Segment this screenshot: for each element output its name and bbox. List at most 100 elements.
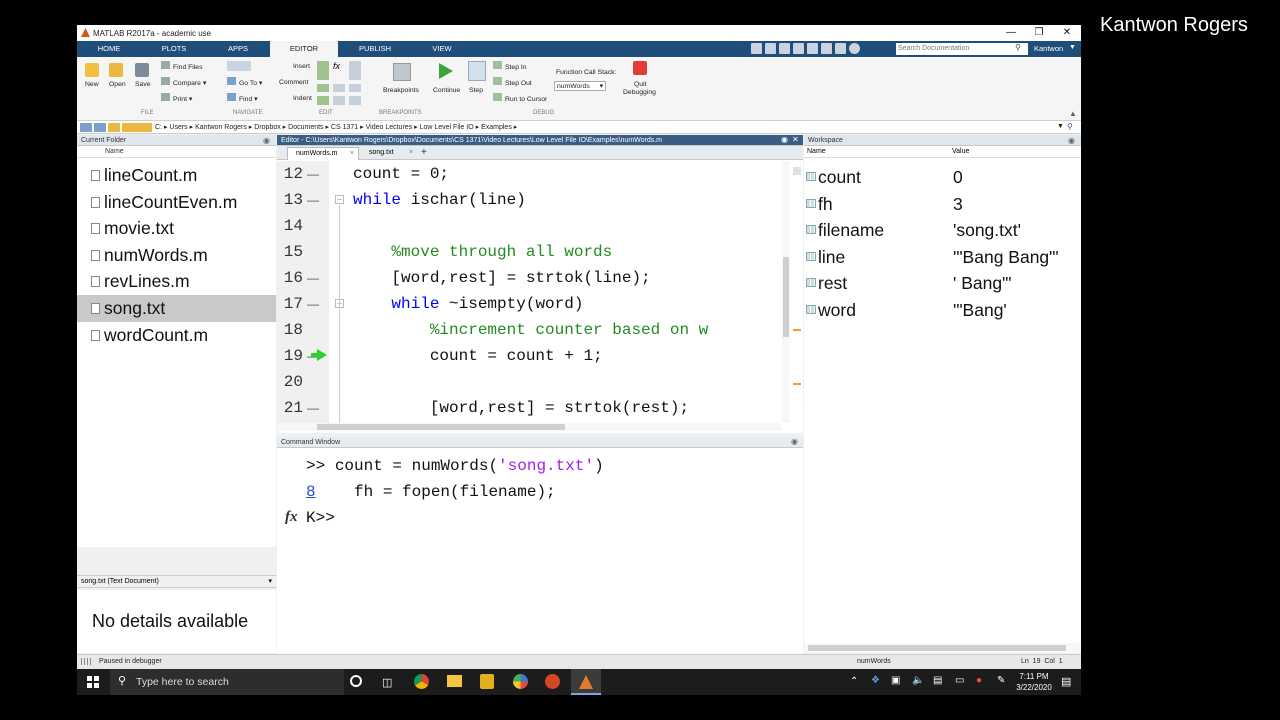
continue-icon[interactable] bbox=[439, 63, 453, 79]
chrome-icon[interactable] bbox=[414, 674, 429, 689]
breadcrumb-item[interactable]: Documents bbox=[288, 124, 323, 131]
step-button[interactable]: Step bbox=[469, 87, 483, 94]
editor-close-icon[interactable]: ✕ bbox=[792, 135, 799, 144]
collapse-toolstrip-icon[interactable]: ▲ bbox=[1069, 109, 1077, 118]
workspace-actions-icon[interactable]: ◉ bbox=[1068, 136, 1075, 145]
step-in-button[interactable]: Step In bbox=[493, 61, 527, 71]
cortana-icon[interactable] bbox=[350, 675, 362, 687]
print-button[interactable]: Print ▾ bbox=[161, 93, 192, 103]
breadcrumb-item[interactable]: CS 1371 bbox=[331, 124, 358, 131]
fx-icon[interactable]: fx bbox=[333, 61, 345, 80]
workspace-hscrollbar[interactable] bbox=[804, 643, 1081, 653]
user-menu[interactable]: Kantwon bbox=[1034, 44, 1063, 53]
notification-app-icon[interactable]: ● bbox=[976, 675, 982, 686]
line-number[interactable]: 12 bbox=[277, 165, 303, 183]
user-chevron-down-icon[interactable]: ▼ bbox=[1069, 44, 1076, 51]
decrease-indent-icon[interactable] bbox=[349, 96, 361, 105]
folder-navigation-icons[interactable] bbox=[80, 123, 152, 132]
sticky-notes-icon[interactable] bbox=[480, 674, 494, 689]
command-prompt[interactable]: K>> bbox=[306, 509, 335, 527]
panel-actions-icon[interactable]: ◉ bbox=[263, 136, 270, 145]
fx-icon[interactable]: fx bbox=[285, 509, 298, 526]
list-item[interactable]: lineCountEven.m bbox=[77, 189, 276, 216]
line-number-link[interactable]: 8 bbox=[306, 483, 316, 501]
editor-actions-icon[interactable]: ◉ bbox=[781, 135, 788, 144]
breakpoint-dash[interactable]: — bbox=[307, 401, 319, 415]
clock-time[interactable]: 7:11 PM bbox=[1015, 672, 1053, 681]
step-out-button[interactable]: Step Out bbox=[493, 77, 532, 87]
line-number[interactable]: 18 bbox=[277, 321, 303, 339]
line-number[interactable]: 19 bbox=[277, 347, 303, 365]
table-row[interactable]: fh 3 bbox=[804, 191, 1081, 218]
breadcrumb-item[interactable]: Video Lectures bbox=[366, 124, 413, 131]
cut-icon[interactable] bbox=[765, 43, 776, 54]
line-number[interactable]: 17 bbox=[277, 295, 303, 313]
breakpoint-dash[interactable]: — bbox=[307, 193, 319, 207]
code-line[interactable]: count = count + 1; bbox=[353, 347, 603, 365]
code-line[interactable]: while ischar(line) bbox=[353, 191, 526, 209]
list-item[interactable]: revLines.m bbox=[77, 268, 276, 295]
list-item[interactable]: numWords.m bbox=[77, 242, 276, 269]
open-button[interactable]: Open bbox=[109, 81, 126, 88]
help-icon[interactable] bbox=[849, 43, 860, 54]
code-line[interactable]: %move through all words bbox=[353, 243, 612, 261]
list-item[interactable]: lineCount.m bbox=[77, 162, 276, 189]
back-forward-icon[interactable] bbox=[227, 61, 251, 71]
dropbox-icon[interactable]: ❖ bbox=[871, 675, 880, 686]
command-window[interactable]: Command Window ◉ >> count = numWords('so… bbox=[277, 437, 803, 669]
horizontal-scrollbar[interactable] bbox=[277, 423, 782, 431]
task-view-icon[interactable]: ◫ bbox=[382, 676, 392, 689]
breakpoints-icon[interactable] bbox=[393, 63, 411, 81]
breadcrumb-item[interactable]: C: bbox=[155, 124, 162, 131]
code-area[interactable]: 12 — count = 0; 13 — while ischar(line) 14 15 %… bbox=[277, 161, 803, 425]
breadcrumb-item[interactable]: Examples bbox=[481, 124, 512, 131]
find-files-button[interactable]: Find Files bbox=[161, 61, 202, 71]
breadcrumb-item[interactable]: Dropbox bbox=[254, 124, 280, 131]
run-to-cursor-button[interactable]: Run to Cursor bbox=[493, 93, 547, 103]
table-row[interactable]: rest ' Bang"' bbox=[804, 270, 1081, 297]
breadcrumb-item[interactable]: Low Level File IO bbox=[420, 124, 474, 131]
indent-button[interactable]: Indent bbox=[293, 95, 312, 102]
ws-scrollbar-thumb[interactable] bbox=[808, 645, 1066, 651]
new-file-icon[interactable] bbox=[85, 63, 99, 77]
tab-apps[interactable]: APPS bbox=[213, 41, 263, 57]
powerpoint-icon[interactable] bbox=[545, 674, 560, 689]
search-icon[interactable]: ⚲ bbox=[1015, 43, 1021, 52]
open-folder-icon[interactable] bbox=[109, 63, 123, 77]
fold-toggle-icon[interactable]: − bbox=[335, 195, 344, 204]
breakpoint-dash[interactable]: — bbox=[307, 297, 319, 311]
new-button[interactable]: New bbox=[85, 81, 99, 88]
table-row[interactable]: count 0 bbox=[804, 164, 1081, 191]
list-item[interactable]: wordCount.m bbox=[77, 322, 276, 349]
compare-button[interactable]: Compare ▾ bbox=[161, 77, 206, 87]
search-documentation-input[interactable]: Search Documentation bbox=[896, 43, 1028, 55]
file-explorer-icon[interactable] bbox=[447, 675, 462, 687]
breakpoint-dash[interactable]: — bbox=[307, 271, 319, 285]
save-button[interactable]: Save bbox=[135, 81, 151, 88]
folder-search-icon[interactable]: ⚲ bbox=[1067, 122, 1073, 131]
table-row[interactable]: filename 'song.txt' bbox=[804, 217, 1081, 244]
switch-windows-icon[interactable] bbox=[835, 43, 846, 54]
paste-icon[interactable] bbox=[793, 43, 804, 54]
action-center-icon[interactable]: ▤ bbox=[1061, 675, 1071, 688]
quit-label[interactable]: Quit bbox=[634, 81, 646, 88]
address-bar[interactable]: C: ▸ Users ▸ Kantwon Rogers ▸ Dropbox ▸ … bbox=[77, 121, 1081, 134]
value-column-header[interactable]: Value bbox=[952, 146, 969, 158]
wrap-comments-icon[interactable] bbox=[349, 83, 361, 93]
insert-button[interactable]: Insert bbox=[293, 63, 310, 70]
windows-start-icon[interactable] bbox=[87, 676, 99, 688]
table-row[interactable]: word '"Bang' bbox=[804, 297, 1081, 324]
network-icon[interactable]: ▤ bbox=[933, 675, 942, 686]
tab-publish[interactable]: PUBLISH bbox=[347, 41, 403, 57]
save-file-icon[interactable] bbox=[135, 63, 149, 77]
line-number[interactable]: 15 bbox=[277, 243, 303, 261]
new-tab-button[interactable]: + bbox=[421, 147, 427, 159]
breadcrumb-item[interactable]: Users bbox=[169, 124, 187, 131]
breadcrumb-item[interactable]: Kantwon Rogers bbox=[195, 124, 247, 131]
name-column-header[interactable]: Name bbox=[77, 146, 276, 158]
tab-plots[interactable]: PLOTS bbox=[149, 41, 199, 57]
list-item[interactable]: song.txt bbox=[77, 295, 276, 322]
address-chevron-down-icon[interactable]: ▼ bbox=[1057, 123, 1064, 130]
battery-icon[interactable]: ▭ bbox=[955, 675, 964, 686]
tab-song-txt[interactable]: song.txt × bbox=[361, 147, 417, 160]
